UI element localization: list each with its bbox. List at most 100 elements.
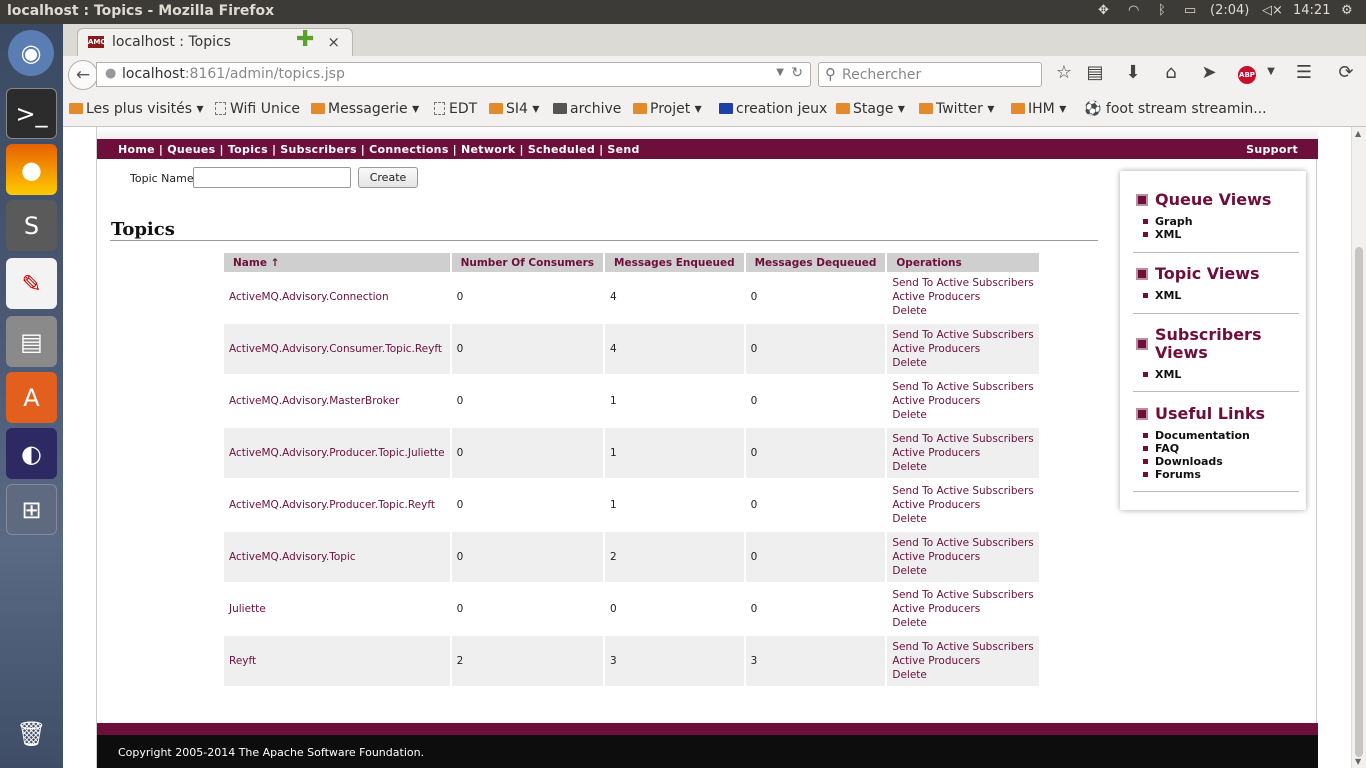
reload-icon[interactable]: ↻: [791, 65, 803, 81]
menu-support[interactable]: Support: [1246, 143, 1298, 156]
topic-name-link[interactable]: ActiveMQ.Advisory.Topic: [229, 551, 356, 563]
sidebar-link-graph[interactable]: Graph: [1143, 215, 1299, 228]
volume-icon[interactable]: ◁×: [1262, 3, 1283, 18]
bookmark-projet[interactable]: Projet ▾: [633, 101, 702, 117]
scroll-up-icon[interactable]: ▲: [1355, 129, 1361, 138]
active-producers-link[interactable]: Active Producers: [892, 654, 1033, 668]
bookmark-messagerie[interactable]: Messagerie ▾: [311, 101, 419, 117]
col-enqueued-header[interactable]: Messages Enqueued: [605, 253, 744, 272]
trash-icon[interactable]: 🗑: [6, 708, 57, 759]
back-button[interactable]: ←: [68, 60, 98, 90]
delete-link[interactable]: Delete: [892, 460, 1033, 474]
col-consumers-header[interactable]: Number Of Consumers: [451, 253, 604, 272]
ubuntu-dash-icon[interactable]: ◉: [8, 30, 54, 76]
topic-name-link[interactable]: Reyft: [229, 655, 256, 667]
battery-time[interactable]: (2:04): [1210, 3, 1249, 18]
url-text[interactable]: localhost:8161/admin/topics.jsp: [122, 66, 345, 82]
active-producers-link[interactable]: Active Producers: [892, 342, 1033, 356]
send-to-active-subscribers-link[interactable]: Send To Active Subscribers: [892, 640, 1033, 654]
send-to-active-subscribers-link[interactable]: Send To Active Subscribers: [892, 432, 1033, 446]
sublime-text-icon[interactable]: S: [6, 200, 57, 251]
topic-name-link[interactable]: ActiveMQ.Advisory.Consumer.Topic.Reyft: [229, 343, 442, 355]
sync-icon[interactable]: ⟳: [1334, 62, 1358, 83]
topic-name-link[interactable]: ActiveMQ.Advisory.Producer.Topic.Juliett…: [229, 447, 445, 459]
active-producers-link[interactable]: Active Producers: [892, 498, 1033, 512]
topic-name-link[interactable]: ActiveMQ.Advisory.MasterBroker: [229, 395, 399, 407]
active-producers-link[interactable]: Active Producers: [892, 290, 1033, 304]
adblock-icon[interactable]: ABP: [1238, 66, 1256, 84]
sidebar-link-queue-xml[interactable]: XML: [1143, 228, 1299, 241]
new-tab-plus-icon[interactable]: ✚: [296, 27, 314, 52]
close-tab-icon[interactable]: ×: [327, 33, 340, 51]
wifi-icon[interactable]: ◠: [1128, 3, 1139, 18]
sidebar-link-forums[interactable]: Forums: [1143, 468, 1299, 481]
page-scrollbar[interactable]: ▲ ▼: [1351, 127, 1366, 768]
bookmark-stage[interactable]: Stage ▾: [836, 101, 905, 117]
site-info-icon[interactable]: ●: [105, 66, 116, 81]
battery-icon[interactable]: ▭: [1184, 3, 1196, 18]
terminal-icon[interactable]: >_: [6, 88, 57, 139]
menu-scheduled[interactable]: Scheduled: [528, 143, 595, 156]
settings-gear-icon[interactable]: ⚙: [1341, 3, 1353, 18]
bookmark-wifi-unice[interactable]: Wifi Unice: [215, 101, 300, 117]
delete-link[interactable]: Delete: [892, 408, 1033, 422]
firefox-icon[interactable]: ●: [6, 144, 57, 195]
menu-subscribers[interactable]: Subscribers: [280, 143, 357, 156]
delete-link[interactable]: Delete: [892, 356, 1033, 370]
active-producers-link[interactable]: Active Producers: [892, 446, 1033, 460]
reading-list-icon[interactable]: ▤: [1083, 62, 1107, 83]
col-dequeued-header[interactable]: Messages Dequeued: [745, 253, 886, 272]
send-to-active-subscribers-link[interactable]: Send To Active Subscribers: [892, 380, 1033, 394]
bookmark-twitter[interactable]: Twitter ▾: [919, 101, 994, 117]
bookmark-creation-jeux[interactable]: creation jeux: [719, 101, 827, 117]
adblock-dropdown-icon[interactable]: ▼: [1259, 66, 1283, 77]
eclipse-icon[interactable]: ◐: [6, 428, 57, 479]
sidebar-link-topic-xml[interactable]: XML: [1143, 289, 1299, 302]
delete-link[interactable]: Delete: [892, 668, 1033, 682]
bookmark-foot-stream[interactable]: ⚽ foot stream streamin...: [1084, 101, 1267, 117]
send-icon[interactable]: ➤: [1197, 62, 1221, 83]
menu-network[interactable]: Network: [461, 143, 515, 156]
active-producers-link[interactable]: Active Producers: [892, 550, 1033, 564]
topic-name-input[interactable]: [193, 167, 351, 188]
active-producers-link[interactable]: Active Producers: [892, 394, 1033, 408]
send-to-active-subscribers-link[interactable]: Send To Active Subscribers: [892, 328, 1033, 342]
software-center-icon[interactable]: A: [6, 372, 57, 423]
clock[interactable]: 14:21: [1293, 3, 1330, 18]
sidebar-link-subscribers-xml[interactable]: XML: [1143, 368, 1299, 381]
create-button[interactable]: Create: [358, 167, 418, 188]
document-viewer-icon[interactable]: ✎: [6, 258, 57, 309]
downloads-icon[interactable]: ⬇: [1121, 62, 1145, 83]
scrollbar-thumb[interactable]: [1355, 247, 1363, 757]
delete-link[interactable]: Delete: [892, 616, 1033, 630]
delete-link[interactable]: Delete: [892, 512, 1033, 526]
delete-link[interactable]: Delete: [892, 304, 1033, 318]
bookmark-archive[interactable]: archive: [553, 101, 621, 117]
send-to-active-subscribers-link[interactable]: Send To Active Subscribers: [892, 276, 1033, 290]
menu-hamburger-icon[interactable]: ☰: [1292, 62, 1316, 83]
bookmark-edt[interactable]: EDT: [434, 101, 477, 117]
dropbox-icon[interactable]: ✥: [1098, 3, 1109, 18]
topic-name-link[interactable]: ActiveMQ.Advisory.Producer.Topic.Reyft: [229, 499, 435, 511]
topic-name-link[interactable]: ActiveMQ.Advisory.Connection: [229, 291, 389, 303]
menu-topics[interactable]: Topics: [228, 143, 268, 156]
url-dropdown-icon[interactable]: ▼: [776, 67, 784, 78]
send-to-active-subscribers-link[interactable]: Send To Active Subscribers: [892, 588, 1033, 602]
send-to-active-subscribers-link[interactable]: Send To Active Subscribers: [892, 484, 1033, 498]
topic-name-link[interactable]: Juliette: [229, 603, 266, 615]
menu-queues[interactable]: Queues: [167, 143, 215, 156]
send-to-active-subscribers-link[interactable]: Send To Active Subscribers: [892, 536, 1033, 550]
menu-connections[interactable]: Connections: [369, 143, 449, 156]
scroll-down-icon[interactable]: ▼: [1355, 757, 1361, 766]
bookmark-star-icon[interactable]: ☆: [1052, 62, 1076, 83]
file-manager-icon[interactable]: ▤: [6, 316, 57, 367]
menu-send[interactable]: Send: [607, 143, 639, 156]
bookmark-si4[interactable]: SI4 ▾: [489, 101, 539, 117]
url-bar[interactable]: ● localhost:8161/admin/topics.jsp ▼ ↻: [96, 62, 811, 87]
workspace-switcher-icon[interactable]: ⊞: [6, 484, 57, 535]
col-name-header[interactable]: Name ↑: [224, 253, 450, 272]
sidebar-link-faq[interactable]: FAQ: [1143, 442, 1299, 455]
bookmark-ihm[interactable]: IHM ▾: [1011, 101, 1066, 117]
home-icon[interactable]: ⌂: [1159, 62, 1183, 83]
sidebar-link-documentation[interactable]: Documentation: [1143, 429, 1299, 442]
